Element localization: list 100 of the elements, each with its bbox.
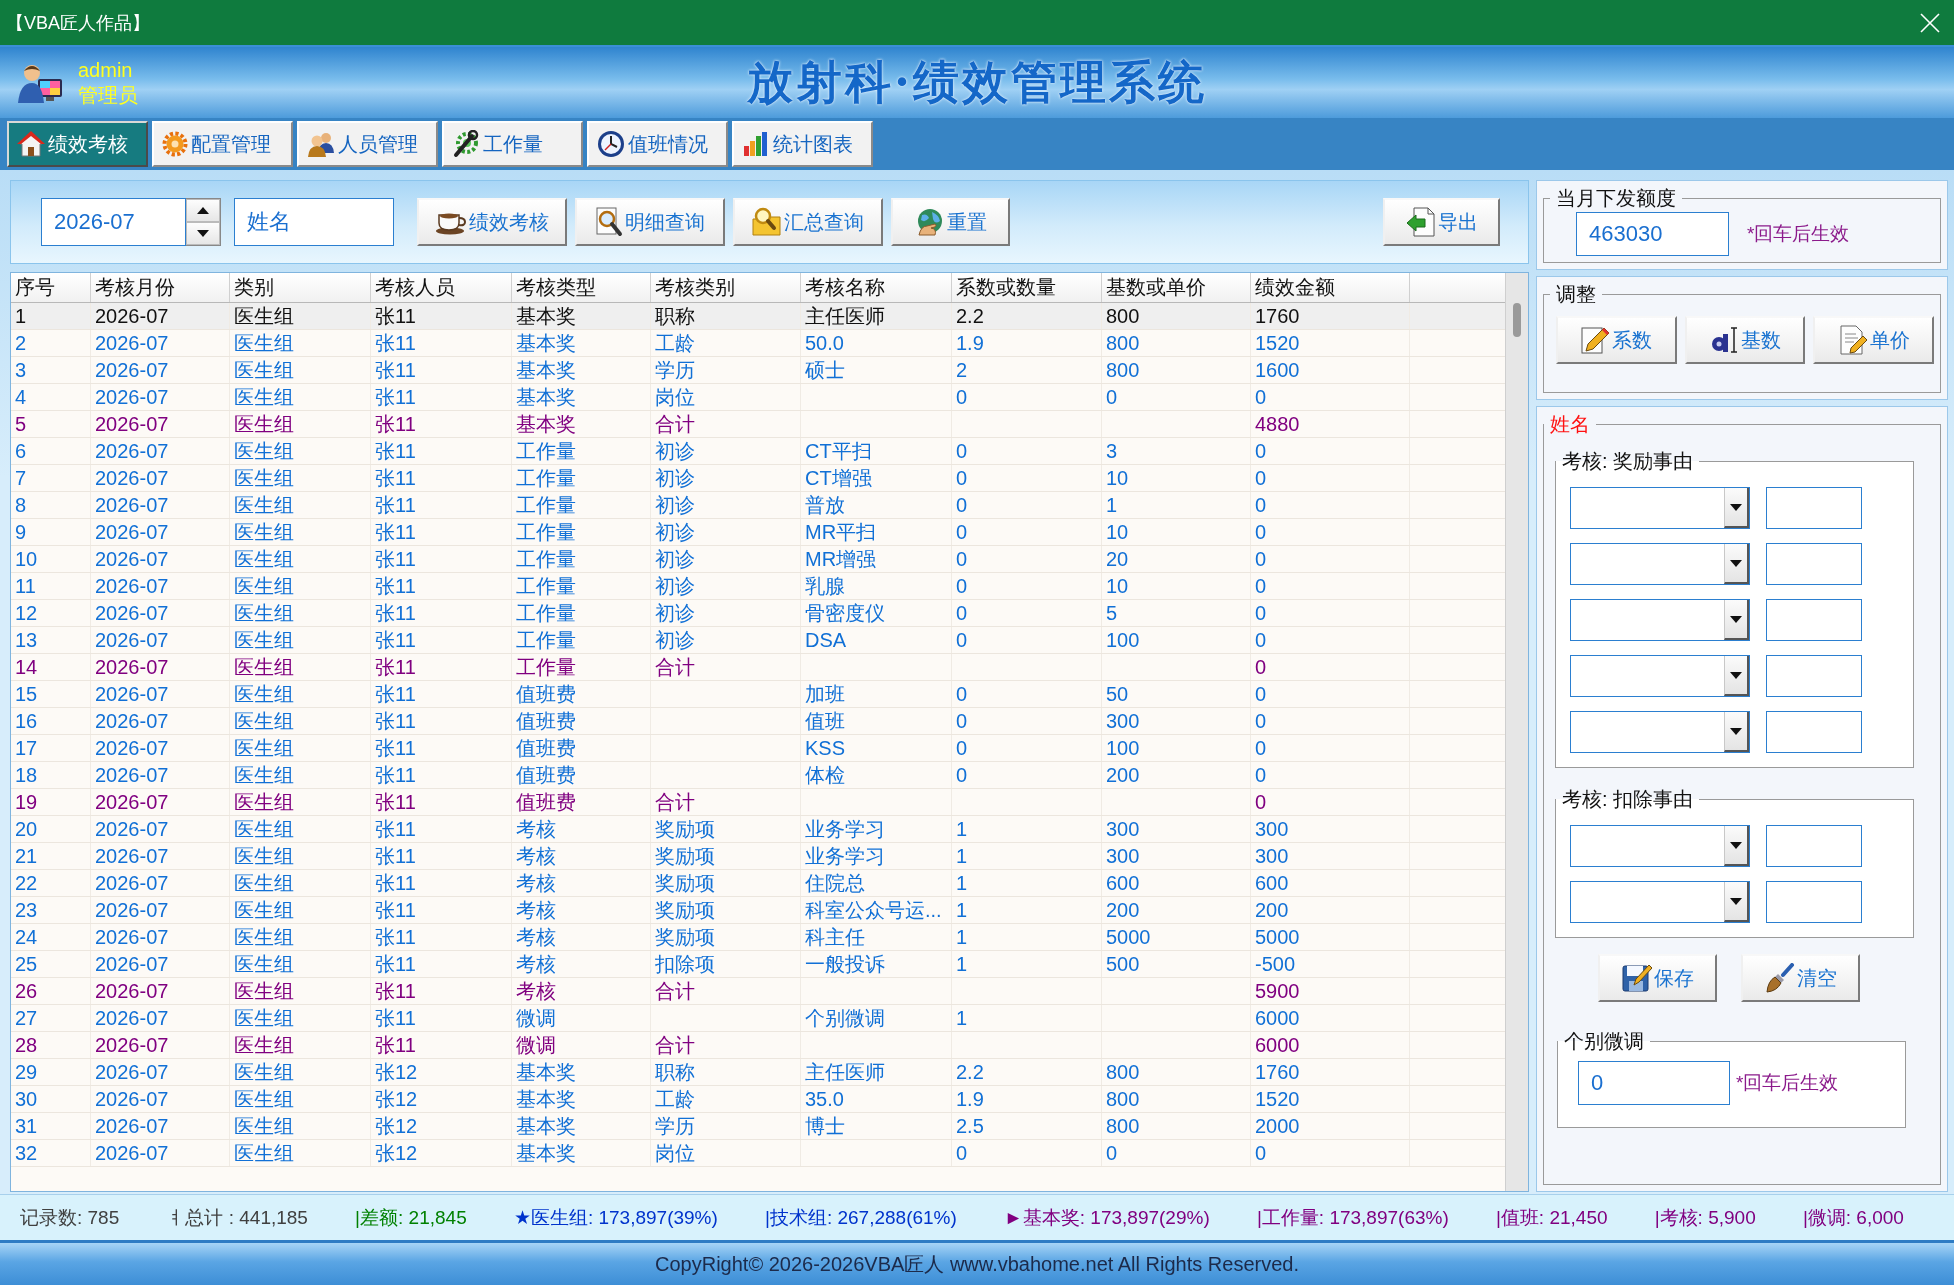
table-cell: 800 [1102, 330, 1251, 356]
table-row[interactable]: 20 2026-07 医生组 张11 考核 奖励项 业务学习 1 300 300 [11, 816, 1505, 843]
tab[interactable]: 绩效考核 [7, 121, 148, 167]
adjust-button[interactable]: 基数 [1684, 316, 1806, 364]
table-row[interactable]: 24 2026-07 医生组 张11 考核 奖励项 科主任 1 5000 5000 [11, 924, 1505, 951]
dropdown-field[interactable] [1570, 487, 1750, 529]
table-row[interactable]: 30 2026-07 医生组 张12 基本奖 工龄 35.0 1.9 800 1520 [11, 1086, 1505, 1113]
scrollbar[interactable] [1505, 273, 1528, 1191]
tab[interactable]: 配置管理 [152, 121, 293, 167]
table-row[interactable]: 14 2026-07 医生组 张11 工作量 合计 0 [11, 654, 1505, 681]
table-row[interactable]: 15 2026-07 医生组 张11 值班费 加班 0 50 0 [11, 681, 1505, 708]
spin-down-button[interactable] [186, 222, 220, 245]
scroll-thumb[interactable] [1513, 303, 1521, 337]
table-row[interactable]: 10 2026-07 医生组 张11 工作量 初诊 MR增强 0 20 0 [11, 546, 1505, 573]
table-row[interactable]: 25 2026-07 医生组 张11 考核 扣除项 一般投诉 1 500 -500 [11, 951, 1505, 978]
input-field[interactable] [1766, 543, 1862, 585]
table-row[interactable]: 13 2026-07 医生组 张11 工作量 初诊 DSA 0 100 0 [11, 627, 1505, 654]
table-row[interactable]: 21 2026-07 医生组 张11 考核 奖励项 业务学习 1 300 300 [11, 843, 1505, 870]
table-row[interactable]: 8 2026-07 医生组 张11 工作量 初诊 普放 0 1 0 [11, 492, 1505, 519]
table-cell: 0 [1251, 465, 1410, 491]
table-cell: 合计 [651, 654, 801, 680]
input-field[interactable] [1766, 487, 1862, 529]
dropdown-button[interactable] [1724, 826, 1749, 866]
table-row[interactable]: 6 2026-07 医生组 张11 工作量 初诊 CT平扫 0 3 0 [11, 438, 1505, 465]
table-cell: 合计 [651, 978, 801, 1004]
table-row[interactable]: 5 2026-07 医生组 张11 基本奖 合计 4880 [11, 411, 1505, 438]
table-cell: 张11 [371, 600, 512, 626]
export-button[interactable]: 导出 [1383, 198, 1500, 246]
table-row[interactable]: 29 2026-07 医生组 张12 基本奖 职称 主任医师 2.2 800 1760 [11, 1059, 1505, 1086]
tab[interactable]: 统计图表 [732, 121, 873, 167]
tab[interactable]: 工作量 [442, 121, 583, 167]
table-row[interactable]: 22 2026-07 医生组 张11 考核 奖励项 住院总 1 600 600 [11, 870, 1505, 897]
table-row[interactable]: 31 2026-07 医生组 张12 基本奖 学历 博士 2.5 800 2000 [11, 1113, 1505, 1140]
toolbar-button[interactable]: 汇总查询 [733, 198, 883, 246]
month-field[interactable]: 2026-07 [41, 198, 186, 246]
dropdown-button[interactable] [1724, 882, 1749, 922]
table-row[interactable]: 7 2026-07 医生组 张11 工作量 初诊 CT增强 0 10 0 [11, 465, 1505, 492]
tab[interactable]: 值班情况 [587, 121, 728, 167]
table-row[interactable]: 23 2026-07 医生组 张11 考核 奖励项 科室公众号运... 1 200 200 [11, 897, 1505, 924]
table-cell: 1 [952, 897, 1102, 923]
input-field[interactable] [1766, 711, 1862, 753]
dropdown-button[interactable] [1724, 544, 1749, 584]
table-cell: 医生组 [230, 897, 371, 923]
table-row[interactable]: 17 2026-07 医生组 张11 值班费 KSS 0 100 0 [11, 735, 1505, 762]
table-row[interactable]: 9 2026-07 医生组 张11 工作量 初诊 MR平扫 0 10 0 [11, 519, 1505, 546]
table-cell: 初诊 [651, 573, 801, 599]
dropdown-field[interactable] [1570, 655, 1750, 697]
tab[interactable]: 人员管理 [297, 121, 438, 167]
dropdown-button[interactable] [1724, 488, 1749, 528]
quota-field[interactable]: 463030 [1576, 212, 1729, 256]
dropdown-button[interactable] [1724, 656, 1749, 696]
dropdown-field[interactable] [1570, 825, 1750, 867]
table-cell: 工作量 [512, 492, 651, 518]
close-button[interactable] [1920, 12, 1940, 33]
dropdown-button[interactable] [1724, 712, 1749, 752]
table-row[interactable]: 26 2026-07 医生组 张11 考核 合计 5900 [11, 978, 1505, 1005]
table-row[interactable]: 4 2026-07 医生组 张11 基本奖 岗位 0 0 0 [11, 384, 1505, 411]
input-field[interactable] [1766, 825, 1862, 867]
toolbar-button[interactable]: 重置 [891, 198, 1010, 246]
spin-up-button[interactable] [186, 199, 220, 222]
table-cell: 医生组 [230, 573, 371, 599]
table-row[interactable]: 1 2026-07 医生组 张11 基本奖 职称 主任医师 2.2 800 1760 [11, 303, 1505, 330]
table-cell: 医生组 [230, 546, 371, 572]
panel-button[interactable]: 清空 [1741, 954, 1860, 1002]
input-field[interactable] [1766, 655, 1862, 697]
table-row[interactable]: 32 2026-07 医生组 张12 基本奖 岗位 0 0 0 [11, 1140, 1505, 1167]
adjust-button[interactable]: 单价 [1813, 316, 1934, 364]
table-cell: 奖励项 [651, 897, 801, 923]
panel-button[interactable]: 保存 [1598, 954, 1717, 1002]
table-cell: 600 [1102, 870, 1251, 896]
table-cell: 张11 [371, 1032, 512, 1058]
table-cell: 800 [1102, 1086, 1251, 1112]
table-row[interactable]: 19 2026-07 医生组 张11 值班费 合计 0 [11, 789, 1505, 816]
table-row[interactable]: 16 2026-07 医生组 张11 值班费 值班 0 300 0 [11, 708, 1505, 735]
caret-icon [1730, 559, 1742, 567]
table-cell: 1.9 [952, 330, 1102, 356]
table-row[interactable]: 3 2026-07 医生组 张11 基本奖 学历 硕士 2 800 1600 [11, 357, 1505, 384]
name-field[interactable]: 姓名 [234, 198, 394, 246]
input-field[interactable] [1766, 881, 1862, 923]
dropdown-field[interactable] [1570, 543, 1750, 585]
table-cell: 600 [1251, 870, 1410, 896]
toolbar-button[interactable]: 绩效考核 [417, 198, 567, 246]
table-cell: 0 [1251, 762, 1410, 788]
table-row[interactable]: 28 2026-07 医生组 张11 微调 合计 6000 [11, 1032, 1505, 1059]
dropdown-field[interactable] [1570, 881, 1750, 923]
table-row[interactable]: 18 2026-07 医生组 张11 值班费 体检 0 200 0 [11, 762, 1505, 789]
dropdown-field[interactable] [1570, 599, 1750, 641]
dropdown-button[interactable] [1724, 600, 1749, 640]
dropdown-field[interactable] [1570, 711, 1750, 753]
fine-tune-field[interactable]: 0 [1578, 1061, 1730, 1105]
table-row[interactable]: 2 2026-07 医生组 张11 基本奖 工龄 50.0 1.9 800 1520 [11, 330, 1505, 357]
table-cell: 考核 [512, 924, 651, 950]
adjust-button[interactable]: 系数 [1556, 316, 1677, 364]
table-cell: 张12 [371, 1059, 512, 1085]
table-row[interactable]: 27 2026-07 医生组 张11 微调 个别微调 1 6000 [11, 1005, 1505, 1032]
table-row[interactable]: 11 2026-07 医生组 张11 工作量 初诊 乳腺 0 10 0 [11, 573, 1505, 600]
table-row[interactable]: 12 2026-07 医生组 张11 工作量 初诊 骨密度仪 0 5 0 [11, 600, 1505, 627]
toolbar-button[interactable]: 明细查询 [575, 198, 725, 246]
input-field[interactable] [1766, 599, 1862, 641]
table-cell: 医生组 [230, 384, 371, 410]
